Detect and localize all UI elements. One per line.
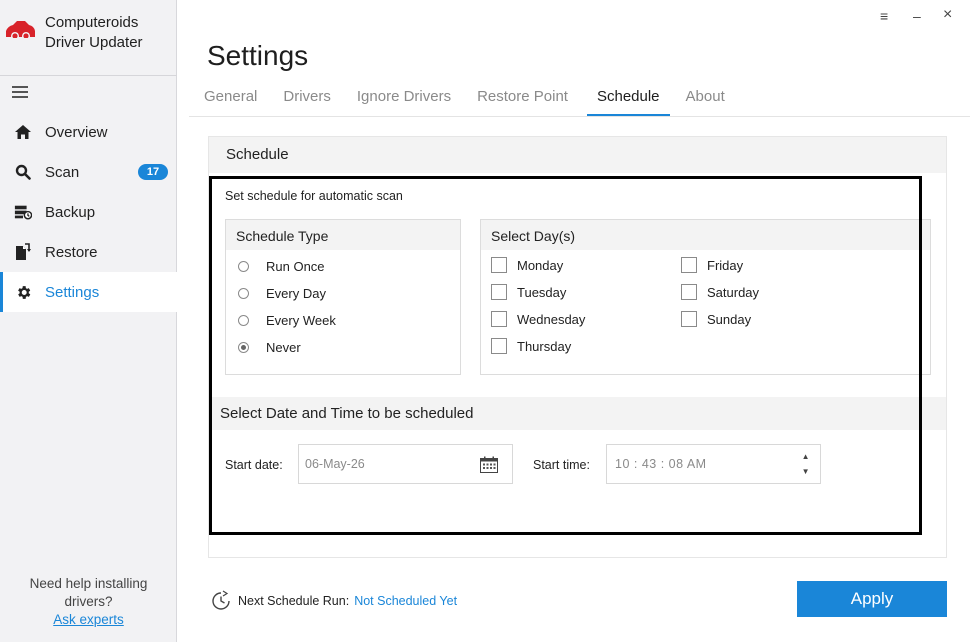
checkbox[interactable] [681,257,697,273]
app-name: Computeroids Driver Updater [45,13,143,53]
checkbox-saturday[interactable]: Saturday [681,284,759,300]
checkbox-friday[interactable]: Friday [681,257,743,273]
sidebar-item-label: Overview [45,123,108,141]
tab-drivers[interactable]: Drivers [283,88,331,113]
clock-icon [212,590,230,610]
close-button[interactable]: × [943,6,952,24]
checkbox-thursday[interactable]: Thursday [491,338,571,354]
radio-button-selected[interactable] [238,342,249,353]
checkbox-sunday[interactable]: Sunday [681,311,751,327]
checkbox-tuesday[interactable]: Tuesday [491,284,566,300]
home-icon [14,123,32,141]
checkbox[interactable] [491,338,507,354]
sidebar-item-scan[interactable]: Scan 17 [0,152,177,192]
checkbox-label: Friday [707,257,744,273]
tab-about[interactable]: About [686,88,725,113]
radio-button[interactable] [238,288,249,299]
select-days-group: Select Day(s) Monday Tuesday Wednesday T… [480,219,931,375]
next-schedule-value: Not Scheduled Yet [354,594,458,608]
start-time-value: 10 : 43 : 08 AM [615,457,707,471]
radio-button[interactable] [238,315,249,326]
tab-schedule[interactable]: Schedule [587,88,670,117]
schedule-type-group: Schedule Type Run Once Every Day Every W… [225,219,461,375]
help-section: Need help installing drivers? Ask expert… [0,575,177,629]
sidebar-item-restore[interactable]: Restore [0,232,177,272]
start-time-picker[interactable]: 10 : 43 : 08 AM ▲ ▼ [606,444,821,484]
checkbox-label: Tuesday [517,284,567,300]
select-days-title: Select Day(s) [481,220,930,250]
schedule-type-title: Schedule Type [226,220,460,250]
sidebar-item-settings[interactable]: Settings [0,272,177,312]
tab-restore-point[interactable]: Restore Point [477,88,568,113]
radio-every-day[interactable]: Every Day [238,286,326,301]
radio-every-week[interactable]: Every Week [238,313,336,328]
settings-tabs: General Drivers Ignore Drivers Restore P… [204,88,751,117]
sidebar-nav: Overview Scan 17 Backup Restore Settings [0,112,177,312]
help-text-line2: drivers? [64,594,113,609]
help-text-line1: Need help installing [29,576,148,591]
next-schedule-label: Next Schedule Run: [238,594,350,608]
checkbox-label: Thursday [517,338,572,354]
radio-button[interactable] [238,261,249,272]
datetime-section-title: Select Date and Time to be scheduled [209,397,946,430]
checkbox-label: Monday [517,257,564,273]
radio-label: Run Once [266,259,325,274]
checkbox[interactable] [491,311,507,327]
start-date-picker[interactable]: 06-May-26 [298,444,513,484]
app-name-line1: Computeroids [45,14,139,31]
radio-run-once[interactable]: Run Once [238,259,325,274]
backup-icon [14,203,32,221]
checkbox[interactable] [681,284,697,300]
gear-icon [14,283,32,301]
schedule-subtitle: Set schedule for automatic scan [225,189,403,203]
sidebar: Computeroids Driver Updater Overview Sca… [0,0,177,642]
radio-never[interactable]: Never [238,340,301,355]
restore-icon [14,243,32,261]
radio-label: Every Week [266,313,336,328]
start-date-label: Start date: [225,458,283,472]
sidebar-item-overview[interactable]: Overview [0,112,177,152]
schedule-section-title: Schedule [209,137,946,173]
apply-button[interactable]: Apply [797,581,947,617]
checkbox-label: Sunday [707,311,752,327]
hamburger-menu-icon[interactable] [12,86,28,98]
tab-ignore-drivers[interactable]: Ignore Drivers [357,88,451,113]
checkbox-monday[interactable]: Monday [491,257,563,273]
sidebar-item-backup[interactable]: Backup [0,192,177,232]
checkbox[interactable] [491,284,507,300]
start-time-label: Start time: [533,458,590,472]
menu-icon[interactable]: ≡ [880,8,888,24]
ask-experts-link[interactable]: Ask experts [53,611,124,629]
start-date-value: 06-May-26 [305,457,365,471]
checkbox-label: Saturday [707,284,760,300]
spin-down-icon[interactable]: ▼ [802,468,810,476]
minimize-button[interactable]: – [913,8,921,24]
search-icon [14,163,32,181]
checkbox-wednesday[interactable]: Wednesday [491,311,585,327]
scan-count-badge: 17 [138,164,168,180]
tab-divider [189,116,970,117]
car-logo-icon [6,21,35,38]
sidebar-item-label: Scan [45,163,80,181]
checkbox[interactable] [491,257,507,273]
sidebar-item-label: Backup [45,203,96,221]
calendar-icon[interactable] [480,456,498,473]
app-name-line2: Driver Updater [45,34,143,51]
tab-general[interactable]: General [204,88,257,113]
spin-up-icon[interactable]: ▲ [802,453,810,461]
next-schedule-run: Next Schedule Run: Not Scheduled Yet [209,589,457,613]
checkbox[interactable] [681,311,697,327]
page-title: Settings [207,40,309,71]
sidebar-item-label: Restore [45,243,98,261]
checkbox-label: Wednesday [517,311,586,327]
brand-header: Computeroids Driver Updater [0,0,177,76]
radio-label: Every Day [266,286,326,301]
radio-label: Never [266,340,301,355]
sidebar-item-label: Settings [45,283,100,301]
